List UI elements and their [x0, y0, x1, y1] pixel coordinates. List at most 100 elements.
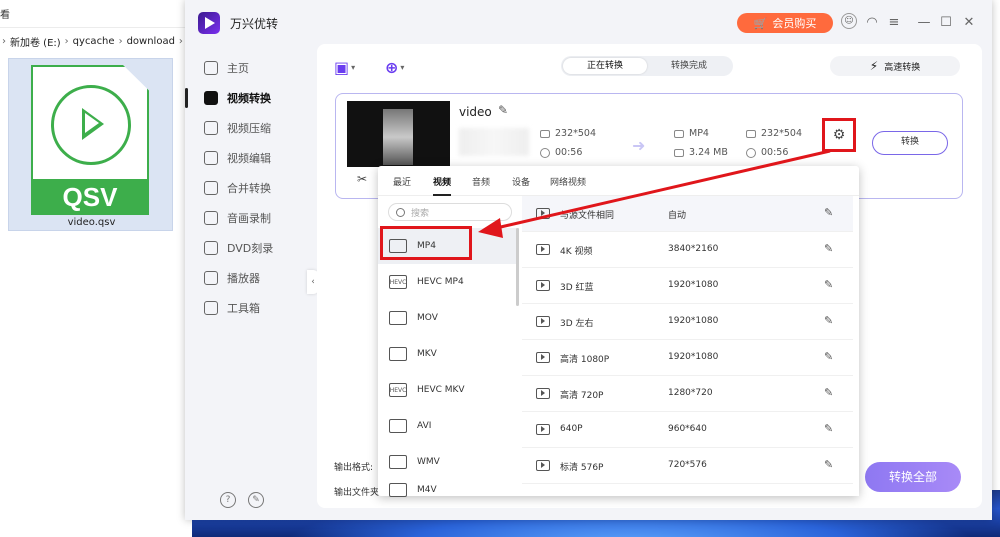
- preset-row[interactable]: 640P 960*640 ✎: [522, 412, 853, 448]
- sidebar-item-3[interactable]: 视频编辑: [185, 144, 310, 172]
- high-speed-label: 高速转换: [884, 62, 921, 73]
- format-tab-4[interactable]: 网络视频: [550, 175, 586, 188]
- help-icon[interactable]: ?: [220, 492, 236, 508]
- sidebar-item-8[interactable]: 工具箱: [185, 294, 310, 322]
- format-label: MOV: [417, 313, 438, 323]
- status-tabs: 正在转换 转换完成: [561, 56, 733, 76]
- format-tab-2[interactable]: 音频: [472, 175, 490, 188]
- tab-converting[interactable]: 正在转换: [563, 58, 647, 74]
- avatar-icon[interactable]: ☺: [841, 13, 857, 29]
- preset-row[interactable]: 4K 视频 3840*2160 ✎: [522, 232, 853, 268]
- sidebar-item-5[interactable]: 音画录制: [185, 204, 310, 232]
- edit-preset-icon[interactable]: ✎: [824, 386, 833, 399]
- sidebar-item-label: 工具箱: [227, 302, 260, 315]
- preset-row[interactable]: 标清 576P 720*576 ✎: [522, 448, 853, 484]
- edit-preset-icon[interactable]: ✎: [824, 422, 833, 435]
- format-item[interactable]: MKV: [378, 336, 519, 372]
- format-item[interactable]: HEVC HEVC MKV: [378, 372, 519, 408]
- sidebar-item-label: 合并转换: [227, 182, 271, 195]
- format-item[interactable]: MOV: [378, 300, 519, 336]
- format-item[interactable]: M4V: [378, 480, 519, 500]
- breadcrumb-item-drive[interactable]: 新加卷 (E:): [10, 34, 61, 49]
- add-from-device-button[interactable]: ⊕ ▾: [385, 58, 411, 77]
- edit-preset-icon[interactable]: ✎: [824, 278, 833, 291]
- sidebar-item-label: 音画录制: [227, 212, 271, 225]
- buy-membership-label: 会员购买: [772, 17, 817, 30]
- rename-edit-icon[interactable]: ✎: [498, 103, 508, 117]
- sidebar-item-2[interactable]: 视频压缩: [185, 114, 310, 142]
- edit-preset-icon[interactable]: ✎: [824, 206, 833, 219]
- preset-resolution: 720*576: [668, 460, 707, 470]
- sidebar: 主页视频转换视频压缩视频编辑合并转换音画录制 DVD刻录播放器工具箱: [185, 46, 310, 520]
- close-icon[interactable]: ✕: [960, 13, 978, 31]
- add-file-button[interactable]: ▣ ▾: [334, 58, 360, 77]
- preset-row[interactable]: 3D 左右 1920*1080 ✎: [522, 304, 853, 340]
- search-icon: [396, 207, 405, 217]
- target-size: 3.24 MB: [674, 147, 728, 158]
- sidebar-item-label: 视频压缩: [227, 122, 271, 135]
- sidebar-item-1[interactable]: 视频转换: [185, 84, 310, 112]
- edit-preset-icon[interactable]: ✎: [824, 458, 833, 471]
- dvd-icon: [204, 241, 218, 255]
- edit-preset-icon[interactable]: ✎: [824, 242, 833, 255]
- target-size-value: 3.24 MB: [689, 147, 728, 158]
- breadcrumb-item-download[interactable]: download: [127, 36, 175, 47]
- format-badge: HEVC: [389, 278, 407, 286]
- preset-row[interactable]: 高清 1080P 1920*1080 ✎: [522, 340, 853, 376]
- sidebar-item-label: 主页: [227, 62, 249, 75]
- convert-button[interactable]: 转换: [872, 131, 948, 155]
- sidebar-item-4[interactable]: 合并转换: [185, 174, 310, 202]
- preset-name: 4K 视频: [560, 247, 593, 257]
- file-item-video-qsv[interactable]: QSV video.qsv: [8, 58, 173, 231]
- video-preset-icon: [536, 280, 550, 291]
- convert-all-button[interactable]: 转换全部: [865, 462, 961, 492]
- preset-name: 与源文件相同: [560, 211, 615, 221]
- sidebar-item-0[interactable]: 主页: [185, 54, 310, 82]
- buy-membership-button[interactable]: 🛒 会员购买: [737, 13, 833, 33]
- format-icon: HEVC: [389, 383, 407, 397]
- breadcrumb-item-qycache[interactable]: qycache: [73, 36, 115, 47]
- view-menu-label[interactable]: 看: [0, 6, 10, 21]
- format-tab-1[interactable]: 视频: [433, 175, 452, 196]
- format-item[interactable]: WMV: [378, 444, 519, 480]
- format-tab-0[interactable]: 最近: [393, 175, 411, 188]
- format-search-input[interactable]: 搜索: [388, 203, 512, 221]
- scissors-icon: [204, 151, 218, 165]
- sidebar-item-label: 播放器: [227, 272, 260, 285]
- format-item[interactable]: HEVC HEVC MP4: [378, 264, 519, 300]
- tab-converted[interactable]: 转换完成: [647, 58, 731, 74]
- sidebar-item-7[interactable]: 播放器: [185, 264, 310, 292]
- headset-icon[interactable]: ◠: [863, 13, 881, 31]
- format-label: AVI: [417, 421, 432, 431]
- preset-row[interactable]: 与源文件相同 自动 ✎: [522, 196, 853, 232]
- format-item[interactable]: AVI: [378, 408, 519, 444]
- format-list-scrollbar[interactable]: [516, 228, 519, 306]
- high-speed-toggle[interactable]: ⚡ 高速转换: [830, 56, 960, 76]
- preset-resolution: 1920*1080: [668, 280, 719, 290]
- minimize-icon[interactable]: —: [915, 13, 933, 31]
- convert-icon: [204, 91, 218, 105]
- lightning-icon: ⚡: [869, 59, 879, 73]
- breadcrumb-chevron-icon: ›: [2, 35, 6, 47]
- video-thumbnail[interactable]: [347, 101, 450, 167]
- preset-name: 标清 576P: [560, 463, 604, 473]
- menu-icon[interactable]: ≡: [885, 13, 903, 31]
- chevron-down-icon: ▾: [400, 62, 405, 72]
- sidebar-item-6[interactable]: DVD刻录: [185, 234, 310, 262]
- sidebar-item-label: 视频编辑: [227, 152, 271, 165]
- edit-preset-icon[interactable]: ✎: [824, 314, 833, 327]
- sidebar-item-label: DVD刻录: [227, 242, 274, 255]
- edit-preset-icon[interactable]: ✎: [824, 350, 833, 363]
- resolution-icon: [540, 129, 550, 138]
- source-duration: 00:56: [540, 147, 582, 158]
- video-preset-icon: [536, 424, 550, 435]
- format-settings-icon[interactable]: ⚙: [828, 124, 850, 146]
- format-tab-3[interactable]: 设备: [512, 175, 530, 188]
- preset-row[interactable]: 高清 720P 1280*720 ✎: [522, 376, 853, 412]
- feedback-icon[interactable]: ✎: [248, 492, 264, 508]
- mp4-highlight-box: [380, 226, 472, 260]
- maximize-icon[interactable]: ☐: [937, 13, 955, 31]
- format-label: HEVC MKV: [417, 385, 465, 395]
- preset-name: 3D 红蓝: [560, 283, 594, 293]
- preset-row[interactable]: 3D 红蓝 1920*1080 ✎: [522, 268, 853, 304]
